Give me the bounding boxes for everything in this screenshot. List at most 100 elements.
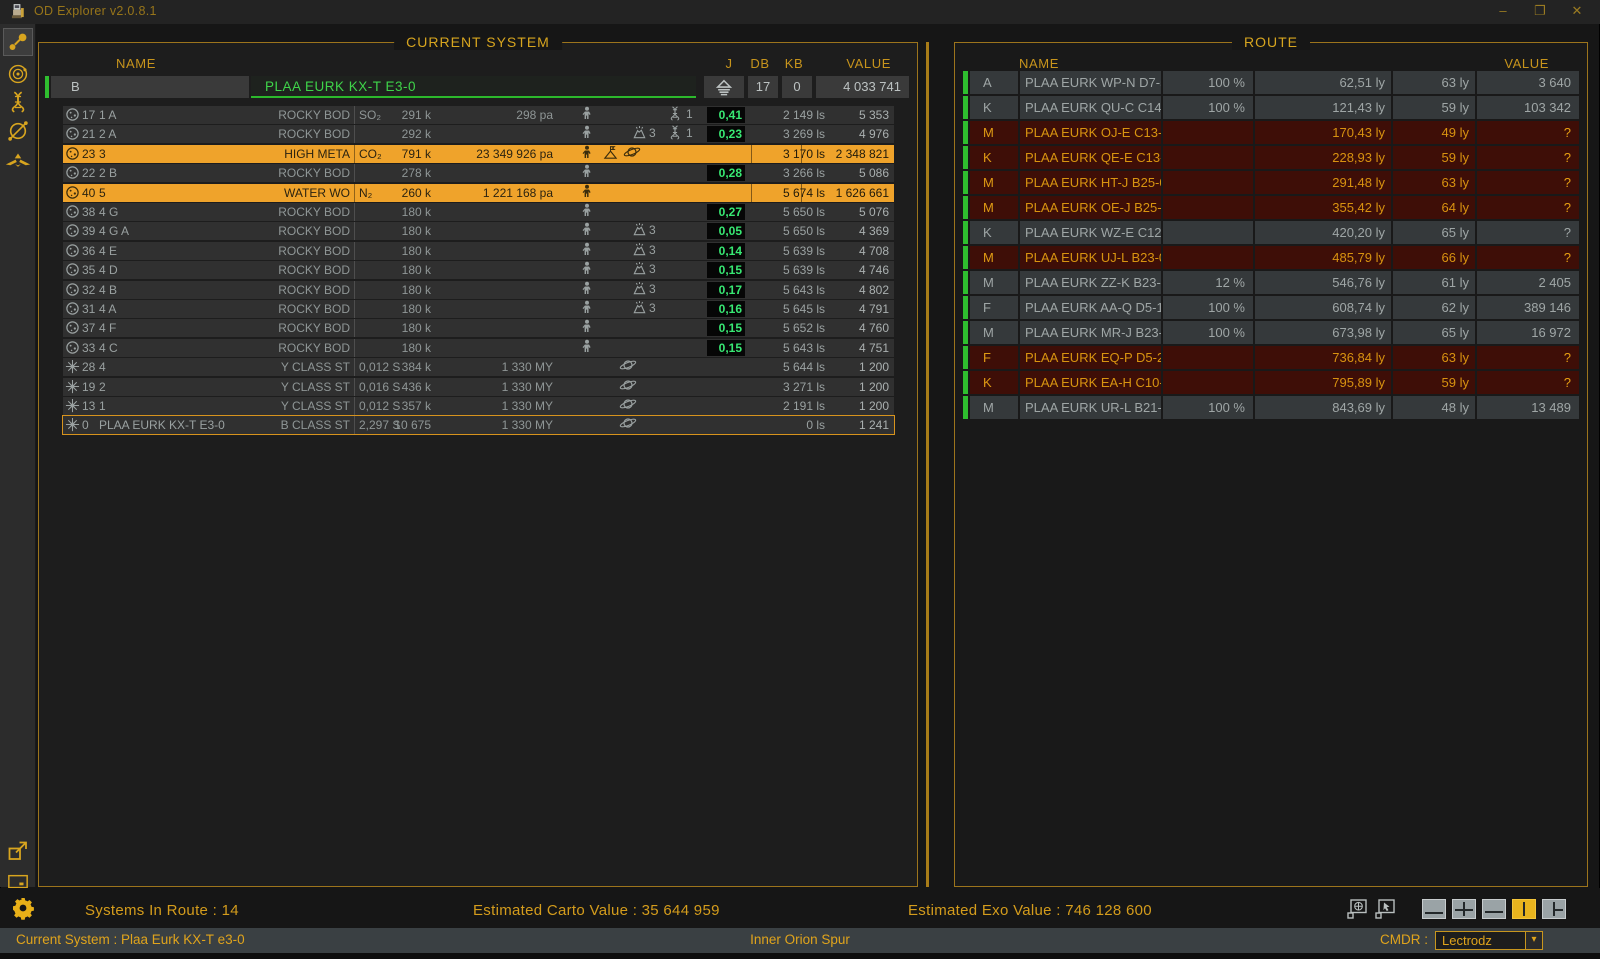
ringed-planet-icon [623,145,641,159]
body-name: 4 [99,358,106,376]
route-value: ? [1477,346,1579,369]
body-name: 1 A [99,106,116,124]
layout-rows-button[interactable] [1482,899,1506,919]
popout-cursor-window-icon[interactable] [1374,898,1396,920]
cmdr-dropdown[interactable]: Lectrodz ▾ [1435,931,1543,950]
body-row[interactable]: 0PLAA EURK KX-T E3-0B CLASS ST2,297 SM10… [63,416,894,434]
route-row[interactable]: MPLAA EURK UR-L B21-1100 %843,69 ly48 ly… [961,396,1581,419]
minimize-button[interactable]: – [1486,0,1520,24]
system-summary-row[interactable]: B PLAA EURK KX-T E3-0 17 0 4 033 741 [45,76,909,98]
body-row[interactable]: 314 AROCKY BOD180 k30,165 645 ls4 791 [63,300,894,318]
sidebar-item-route[interactable] [3,28,33,56]
visited-bar [963,96,968,119]
body-name: 4 G [99,203,118,221]
body-row[interactable]: 212 AROCKY BOD292 k310,233 269 ls4 976 [63,125,894,143]
astronaut-landable-icon [581,281,593,295]
visited-bar [963,296,968,319]
body-row[interactable]: 334 CROCKY BOD180 k0,155 643 ls4 751 [63,339,894,357]
system-name-field[interactable]: PLAA EURK KX-T E3-0 [251,76,696,98]
settings-gear-icon[interactable] [11,896,35,920]
route-row[interactable]: MPLAA EURK ZZ-K B23-012 %546,76 ly61 ly2… [961,271,1581,294]
body-temperature: 791 k [363,145,431,163]
route-row[interactable]: KPLAA EURK EA-H C10-3795,89 ly59 ly? [961,371,1581,394]
route-row[interactable]: FPLAA EURK EQ-P D5-24736,84 ly63 ly? [961,346,1581,369]
route-distance: 291,48 ly [1255,171,1391,194]
body-row[interactable]: 131Y CLASS ST0,012 SM357 k1 330 MY2 191 … [63,397,894,415]
route-system-name: PLAA EURK OJ-E C13-1 [1020,121,1161,144]
body-feature-icons [581,203,709,221]
planet-icon [65,185,80,200]
body-feature-icons [581,339,709,357]
route-system-name: PLAA EURK EA-H C10-3 [1020,371,1161,394]
body-row[interactable]: 171 AROCKY BODSO₂291 k298 pa10,412 149 l… [63,106,894,124]
body-row[interactable]: 284Y CLASS ST0,012 SM384 k1 330 MY5 644 … [63,358,894,376]
body-type: HIGH META [233,145,350,163]
body-name: 4 E [99,242,117,260]
column-divider [354,416,355,434]
sidebar-item-exobiology[interactable] [3,88,33,116]
route-row[interactable]: MPLAA EURK UJ-L B23-0485,79 ly66 ly? [961,246,1581,269]
astronaut-landable-icon [581,125,593,139]
body-feature-icons [581,164,709,182]
route-star-class: M [970,121,1018,144]
astronaut-landable-icon [581,145,593,159]
route-system-name: PLAA EURK OE-J B25-0 [1020,196,1161,219]
star-icon [65,359,80,374]
body-id: 37 [82,319,99,337]
route-row[interactable]: KPLAA EURK QE-E C13-0228,93 ly59 ly? [961,146,1581,169]
column-divider [354,203,355,221]
panel-splitter[interactable] [926,42,929,887]
body-row[interactable]: 384 GROCKY BOD180 k0,275 650 ls5 076 [63,203,894,221]
body-pressure: 1 330 MY [435,358,553,376]
route-scan-percent [1163,146,1253,169]
signal-count: 3 [649,222,656,240]
route-row[interactable]: MPLAA EURK HT-J B25-0291,48 ly63 ly? [961,171,1581,194]
body-row[interactable]: 233HIGH METACO₂791 k23 349 926 pa3 170 l… [63,145,894,163]
sidebar-item-popout[interactable] [3,836,33,864]
planet-icon [65,165,80,180]
body-row[interactable]: 374 FROCKY BOD180 k0,155 652 ls4 760 [63,319,894,337]
body-row[interactable]: 394 G AROCKY BOD180 k30,055 650 ls4 369 [63,222,894,240]
route-row[interactable]: KPLAA EURK WZ-E C12-2420,20 ly65 ly? [961,221,1581,244]
layout-column-split-button[interactable] [1542,899,1566,919]
close-button[interactable]: ✕ [1560,0,1594,24]
body-feature-icons: 1 [581,106,709,124]
body-temperature: 180 k [363,222,431,240]
body-row[interactable]: 324 BROCKY BOD180 k30,175 643 ls4 802 [63,281,894,299]
body-row[interactable]: 405WATER WON₂260 k1 221 168 pa5 674 ls1 … [63,184,894,202]
body-row[interactable]: 354 DROCKY BOD180 k30,155 639 ls4 746 [63,261,894,279]
body-feature-icons [581,358,709,376]
visited-bar [963,346,968,369]
route-row[interactable]: FPLAA EURK AA-Q D5-10100 %608,74 ly62 ly… [961,296,1581,319]
body-row[interactable]: 192Y CLASS ST0,016 SM436 k1 330 MY3 271 … [63,378,894,396]
elite-logo-icon [5,149,31,171]
layout-grid-button[interactable] [1452,899,1476,919]
route-star-class: M [970,321,1018,344]
column-divider [354,378,355,396]
body-row[interactable]: 222 BROCKY BOD278 k0,283 266 ls5 086 [63,164,894,182]
layout-columns-button[interactable] [1512,899,1536,919]
route-row[interactable]: KPLAA EURK QU-C C14-1100 %121,43 ly59 ly… [961,96,1581,119]
maximize-button[interactable]: ❐ [1523,0,1557,24]
route-system-name: PLAA EURK UR-L B21-1 [1020,396,1161,419]
chevron-down-icon[interactable]: ▾ [1525,932,1542,949]
title-bar[interactable]: OD Explorer v2.0.8.1 – ❐ ✕ [0,0,1600,24]
route-row[interactable]: MPLAA EURK OJ-E C13-1170,43 ly49 ly? [961,121,1581,144]
route-row[interactable]: MPLAA EURK MR-J B23-1100 %673,98 ly65 ly… [961,321,1581,344]
route-system-name: PLAA EURK UJ-L B23-0 [1020,246,1161,269]
kb-count: 0 [782,76,812,98]
body-feature-icons [581,378,709,396]
column-divider [354,242,355,260]
body-value: 4 791 [803,300,889,318]
layout-single-button[interactable] [1422,899,1446,919]
popout-globe-window-icon[interactable] [1346,898,1368,920]
sidebar-item-system[interactable] [3,60,33,88]
volcano-geo-icon [632,222,647,237]
route-row[interactable]: MPLAA EURK OE-J B25-0355,42 ly64 ly? [961,196,1581,219]
body-temperature: 384 k [363,358,431,376]
sidebar-item-planets[interactable] [3,117,33,145]
sidebar-item-elite[interactable] [3,146,33,174]
route-row[interactable]: APLAA EURK WP-N D7-5100 %62,51 ly63 ly3 … [961,71,1581,94]
body-row[interactable]: 364 EROCKY BOD180 k30,145 639 ls4 708 [63,242,894,260]
route-value: ? [1477,246,1579,269]
